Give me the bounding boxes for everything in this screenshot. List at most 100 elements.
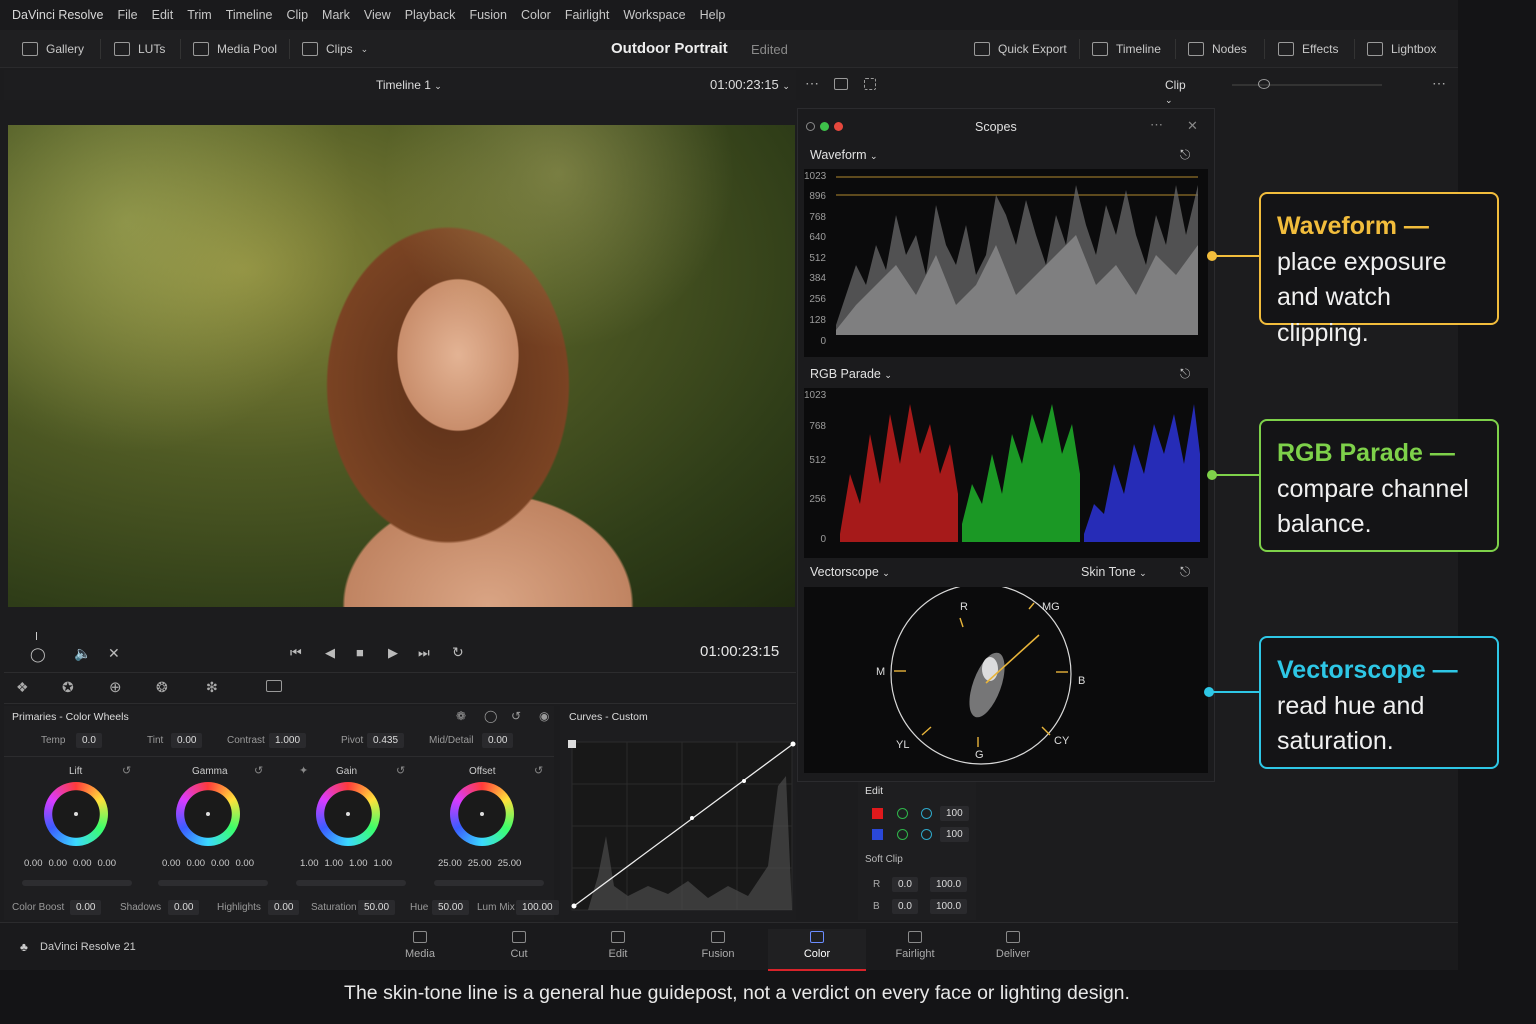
offset-values[interactable]: 25.00 25.00 25.00 xyxy=(438,856,521,871)
menu-color[interactable]: Color xyxy=(521,8,551,22)
quick-export-button[interactable]: Quick Export xyxy=(974,38,1067,60)
play-icon[interactable]: ▶ xyxy=(388,645,398,661)
timeline-button[interactable]: Timeline xyxy=(1092,38,1161,60)
green-circle-icon[interactable] xyxy=(897,829,908,840)
parade-settings-icon[interactable]: ⎋ xyxy=(1180,366,1190,382)
offset-master-slider[interactable] xyxy=(434,880,544,886)
rgb-mixer-icon[interactable]: ❇ xyxy=(206,679,218,696)
skip-start-icon[interactable]: ⏮ xyxy=(290,645,302,661)
mid-detail-field[interactable]: 0.00 xyxy=(482,733,514,748)
hdr-wheels-icon[interactable]: ❂ xyxy=(156,679,168,696)
close-icon[interactable]: ✕ xyxy=(1187,118,1198,134)
blue-swatch[interactable] xyxy=(872,829,883,840)
lift-values[interactable]: 0.00 0.00 0.00 0.00 xyxy=(24,856,116,871)
viewer-timecode[interactable]: 01:00:23:15 ⌄ xyxy=(710,77,790,92)
menu-view[interactable]: View xyxy=(364,8,391,22)
waveform-settings-icon[interactable]: ⎋ xyxy=(1180,147,1190,163)
gain-wheel[interactable] xyxy=(316,782,380,846)
viewer-image[interactable] xyxy=(8,125,795,607)
motion-effects-icon[interactable] xyxy=(266,680,282,692)
zoom-slider[interactable] xyxy=(1232,84,1382,86)
color-boost-field[interactable]: 0.00 xyxy=(70,900,102,915)
soft-clip-high-field[interactable]: 100.0 xyxy=(930,877,968,892)
lift-master-slider[interactable] xyxy=(22,880,132,886)
window-minimize-button[interactable] xyxy=(806,122,815,131)
luts-button[interactable]: LUTs xyxy=(114,38,165,60)
soft-clip-high-field[interactable]: 100.0 xyxy=(930,899,968,914)
soft-clip-low-field[interactable]: 0.0 xyxy=(892,899,918,914)
more-options-icon[interactable]: ⋯ xyxy=(1432,75,1446,92)
shadows-field[interactable]: 0.00 xyxy=(168,900,200,915)
fit-icon[interactable] xyxy=(864,78,876,90)
reset-icon[interactable]: ↺ xyxy=(534,764,543,777)
clips-button[interactable]: Clips ⌄ xyxy=(302,38,368,60)
options-icon[interactable]: ◉ xyxy=(539,709,549,723)
more-options-icon[interactable]: ⋯ xyxy=(805,75,819,92)
nav-fairlight[interactable]: Fairlight xyxy=(866,929,964,960)
lum-mix-field[interactable]: 100.00 xyxy=(516,900,559,915)
gallery-button[interactable]: Gallery xyxy=(22,38,84,60)
rgb-parade-selector[interactable]: RGB Parade ⌄ xyxy=(810,367,892,381)
edit-value-field[interactable]: 100 xyxy=(940,806,969,821)
menu-file[interactable]: File xyxy=(117,8,137,22)
gamma-values[interactable]: 0.00 0.00 0.00 0.00 xyxy=(162,856,254,871)
nav-fusion[interactable]: Fusion xyxy=(669,929,767,960)
red-swatch[interactable] xyxy=(872,808,883,819)
cyan-circle-icon[interactable] xyxy=(921,808,932,819)
viewer-mode-icon[interactable] xyxy=(834,78,848,90)
green-circle-icon[interactable] xyxy=(897,808,908,819)
nav-media[interactable]: Media xyxy=(371,929,469,960)
nav-color[interactable]: Color xyxy=(768,929,866,971)
menu-playback[interactable]: Playback xyxy=(405,8,456,22)
gain-values[interactable]: 1.00 1.00 1.00 1.00 xyxy=(300,856,392,871)
reset-icon[interactable]: ↺ xyxy=(254,764,263,777)
gamma-master-slider[interactable] xyxy=(158,880,268,886)
clip-mode-selector[interactable]: Clip ⌄ xyxy=(1165,78,1186,106)
contrast-field[interactable]: 1.000 xyxy=(269,733,307,748)
edit-value-field[interactable]: 100 xyxy=(940,827,969,842)
gain-master-slider[interactable] xyxy=(296,880,406,886)
tint-field[interactable]: 0.00 xyxy=(171,733,203,748)
volume-icon[interactable]: 🔈 xyxy=(74,645,91,662)
loop-icon[interactable]: ↻ xyxy=(452,644,464,661)
loop-audio-icon[interactable]: ◯ xyxy=(30,646,46,663)
picker-icon[interactable]: ✦ xyxy=(299,764,308,777)
camera-raw-icon[interactable]: ❖ xyxy=(16,679,29,696)
window-zoom-button[interactable] xyxy=(820,122,829,131)
pivot-field[interactable]: 0.435 xyxy=(367,733,405,748)
color-match-icon[interactable]: ✪ xyxy=(62,679,74,696)
menu-edit[interactable]: Edit xyxy=(152,8,174,22)
temp-field[interactable]: 0.0 xyxy=(76,733,102,748)
skip-end-icon[interactable]: ⏭ xyxy=(418,645,430,661)
stop-icon[interactable]: ■ xyxy=(356,645,364,660)
effects-button[interactable]: Effects xyxy=(1278,38,1338,60)
lift-wheel[interactable] xyxy=(44,782,108,846)
cyan-circle-icon[interactable] xyxy=(921,829,932,840)
reset-icon[interactable]: ↺ xyxy=(511,709,521,723)
media-pool-button[interactable]: Media Pool xyxy=(193,38,277,60)
menu-clip[interactable]: Clip xyxy=(287,8,309,22)
menu-fusion[interactable]: Fusion xyxy=(469,8,507,22)
timeline-selector[interactable]: Timeline 1 ⌄ xyxy=(376,78,442,92)
hue-field[interactable]: 50.00 xyxy=(432,900,470,915)
soft-clip-low-field[interactable]: 0.0 xyxy=(892,877,918,892)
more-options-icon[interactable]: ⋯ xyxy=(1150,117,1163,133)
menu-mark[interactable]: Mark xyxy=(322,8,350,22)
reset-icon[interactable]: ↺ xyxy=(122,764,131,777)
reset-icon[interactable]: ↺ xyxy=(396,764,405,777)
app-menu[interactable]: DaVinci Resolve xyxy=(12,8,103,22)
nodes-button[interactable]: Nodes xyxy=(1188,38,1247,60)
color-wheels-icon[interactable]: ⊕ xyxy=(109,678,122,696)
menu-help[interactable]: Help xyxy=(700,8,726,22)
vectorscope-settings-icon[interactable]: ⎋ xyxy=(1180,564,1190,580)
window-close-dot[interactable] xyxy=(834,122,843,131)
menu-trim[interactable]: Trim xyxy=(187,8,212,22)
nav-cut[interactable]: Cut xyxy=(470,929,568,960)
vectorscope-selector[interactable]: Vectorscope ⌄ xyxy=(810,565,890,579)
curve-editor[interactable] xyxy=(568,736,796,914)
lightbox-button[interactable]: Lightbox xyxy=(1367,38,1436,60)
highlights-field[interactable]: 0.00 xyxy=(268,900,300,915)
scrub-icon[interactable]: ✕ xyxy=(108,645,120,662)
menu-fairlight[interactable]: Fairlight xyxy=(565,8,609,22)
menu-timeline[interactable]: Timeline xyxy=(226,8,273,22)
